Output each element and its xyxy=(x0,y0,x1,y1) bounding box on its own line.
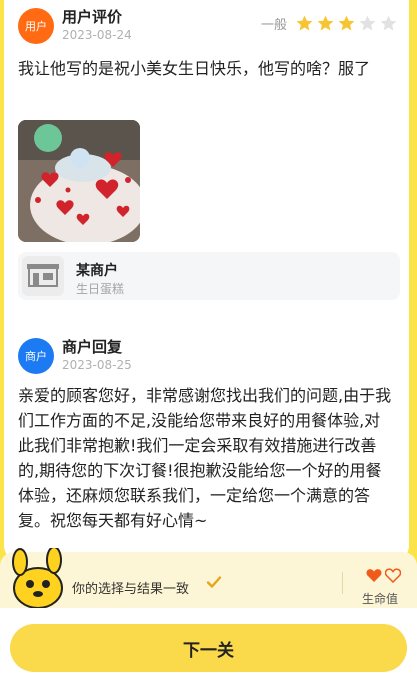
rating-label: 一般 xyxy=(260,18,287,33)
review-text: 我让他写的是祝小美女生日快乐，他写的啥？服了 xyxy=(18,59,371,78)
status-divider xyxy=(342,572,343,594)
review-header: 用户 用户评价 2023-08-24 一般 xyxy=(18,6,398,46)
heart-filled-icon xyxy=(366,569,382,582)
result-message: 你的选择与结果一致 xyxy=(72,582,190,597)
user-avatar: 用户 xyxy=(18,8,54,44)
shop-icon xyxy=(22,256,64,296)
reply-title: 商户回复 xyxy=(62,338,123,356)
rating: 一般 xyxy=(261,14,398,33)
star-empty-icon xyxy=(380,15,397,31)
star-icon xyxy=(338,15,355,31)
review-date: 2023-08-24 xyxy=(62,28,132,42)
next-level-button[interactable]: 下一关 xyxy=(10,624,407,672)
shop-card[interactable]: 某商户 生日蛋糕 xyxy=(18,252,400,300)
review-photo[interactable] xyxy=(18,120,140,242)
star-icon xyxy=(317,15,334,31)
mascot-icon xyxy=(12,548,63,609)
heart-empty-icon xyxy=(385,568,401,583)
lives-hearts xyxy=(366,568,404,583)
reply-text: 亲爱的顾客您好，非常感谢您找出我们的问题,由于我们工作方面的不足,没能给您带来良… xyxy=(18,386,392,530)
shop-name: 某商户 xyxy=(76,263,118,279)
star-empty-icon xyxy=(359,15,376,31)
reply-header: 商户 商户回复 2023-08-25 xyxy=(18,336,398,376)
review-title: 用户评价 xyxy=(62,8,123,26)
review-card: 用户 用户评价 2023-08-24 一般 我让他写的是祝小美女生日快乐，他写的… xyxy=(4,0,409,560)
star-icon xyxy=(296,15,313,31)
merchant-avatar: 商户 xyxy=(18,338,54,374)
cake-photo xyxy=(18,120,140,242)
reply-date: 2023-08-25 xyxy=(62,358,132,372)
check-icon xyxy=(206,576,222,588)
shop-category: 生日蛋糕 xyxy=(76,282,125,296)
lives-label: 生命值 xyxy=(362,592,399,606)
